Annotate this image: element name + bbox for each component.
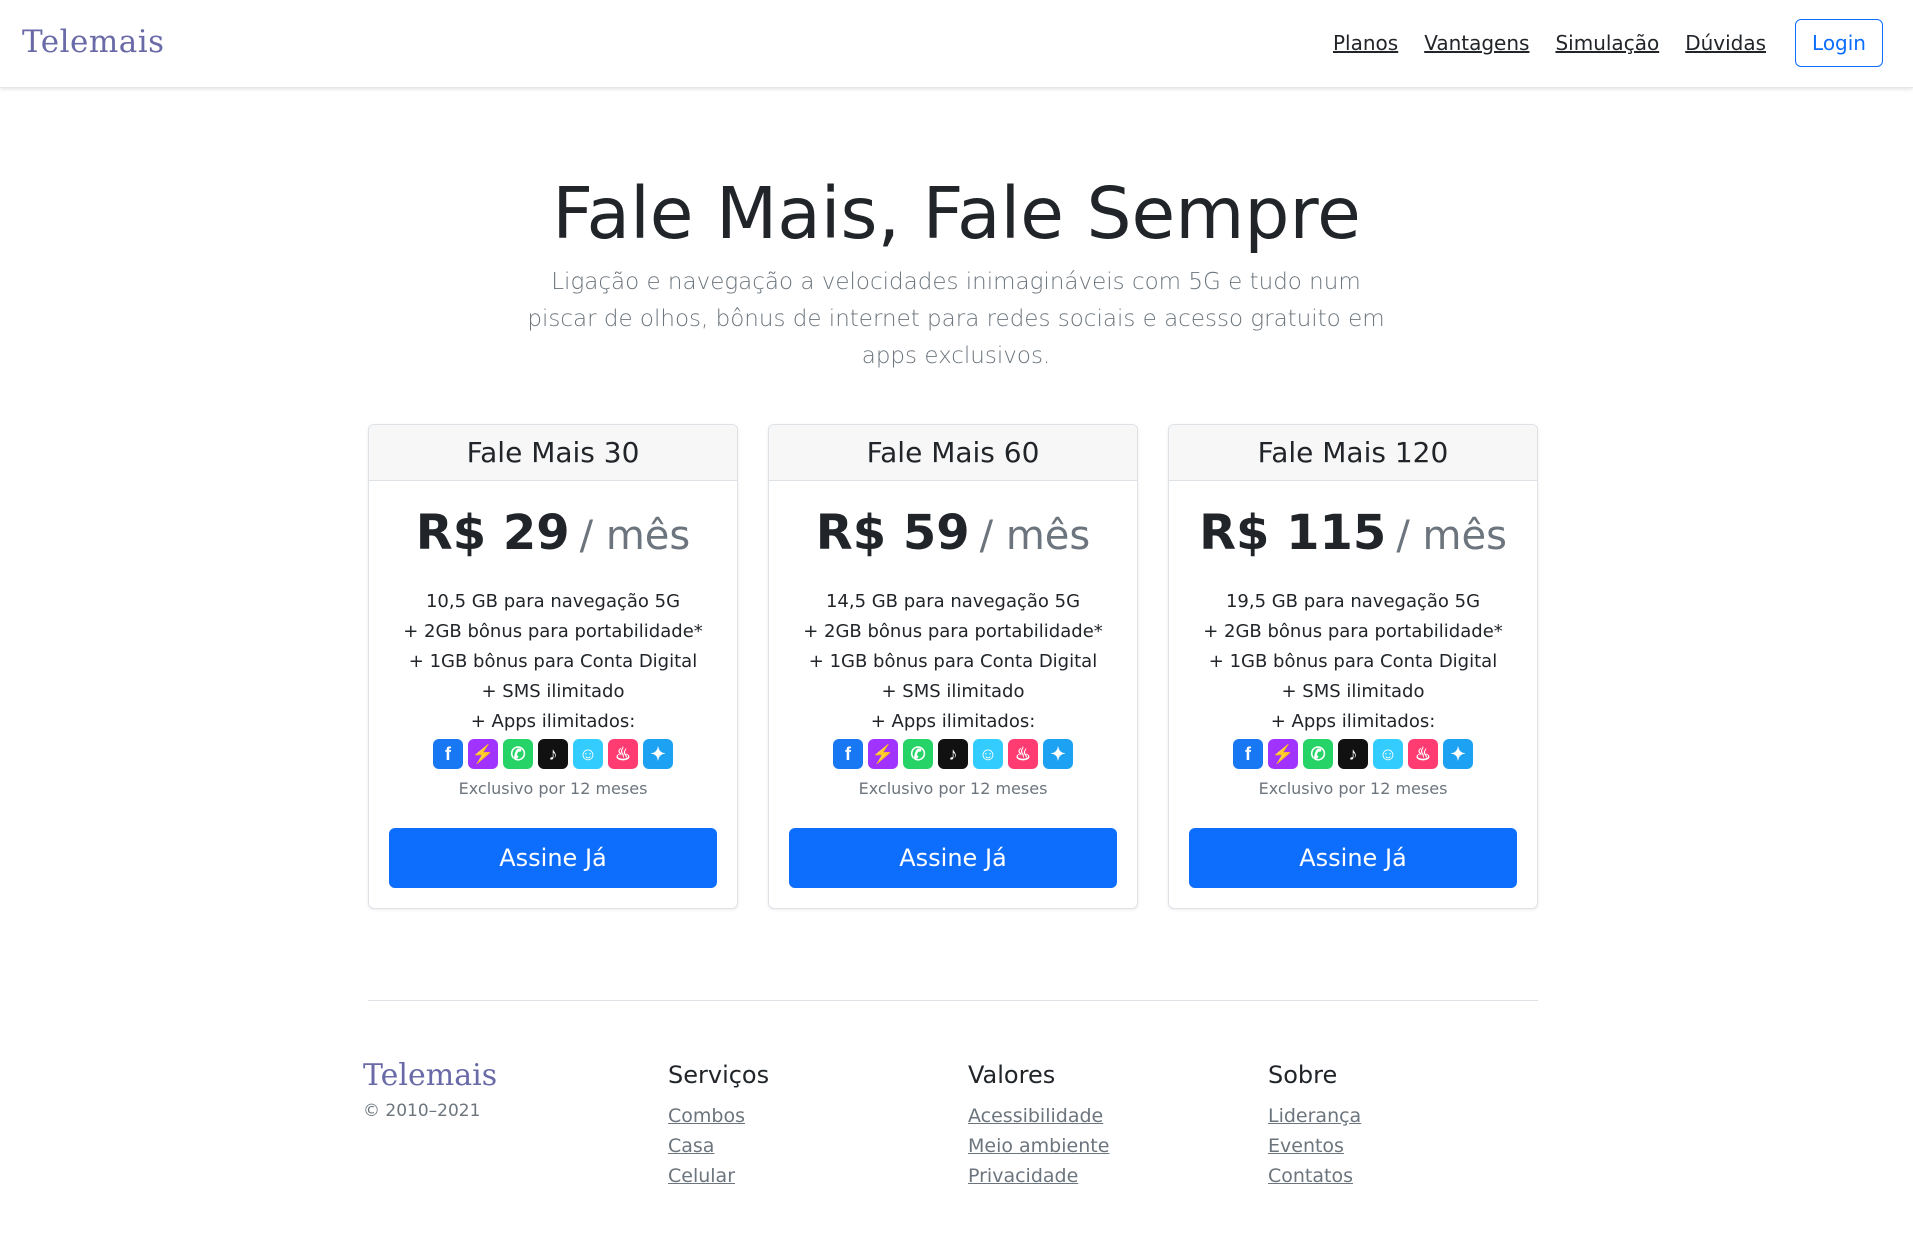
nav-link-planos[interactable]: Planos — [1333, 31, 1398, 55]
pricing-cards: Fale Mais 30 R$ 29/ mês 10,5 GB para nav… — [368, 424, 1538, 909]
login-button[interactable]: Login — [1795, 19, 1883, 67]
feature-item: + 1GB bônus para Conta Digital — [408, 651, 698, 672]
plan-features: 19,5 GB para navegação 5G + 2GB bônus pa… — [1169, 587, 1537, 737]
tinder-icon: ♨ — [1008, 739, 1038, 769]
whatsapp-icon: ✆ — [503, 739, 533, 769]
tiktok-icon: ♪ — [938, 739, 968, 769]
waze-icon: ☺ — [573, 739, 603, 769]
plan-name: Fale Mais 60 — [769, 425, 1137, 481]
twitter-icon: ✦ — [643, 739, 673, 769]
feature-item: 14,5 GB para navegação 5G — [825, 591, 1081, 612]
footer-link-combos[interactable]: Combos — [668, 1101, 769, 1131]
tinder-icon: ♨ — [608, 739, 638, 769]
subscribe-button[interactable]: Assine Já — [789, 828, 1117, 888]
price-period: / mês — [979, 513, 1091, 559]
plan-name: Fale Mais 120 — [1169, 425, 1537, 481]
messenger-icon: ⚡ — [868, 739, 898, 769]
hero-subtitle: Ligação e navegação a velocidades inimag… — [527, 269, 1385, 369]
feature-item: + 1GB bônus para Conta Digital — [1208, 651, 1498, 672]
footer-link-contatos[interactable]: Contatos — [1268, 1161, 1361, 1191]
plan-card: Fale Mais 30 R$ 29/ mês 10,5 GB para nav… — [368, 424, 738, 909]
price-amount: R$ 29 — [415, 505, 570, 561]
nav-link-duvidas[interactable]: Dúvidas — [1685, 31, 1766, 55]
whatsapp-icon: ✆ — [903, 739, 933, 769]
footer-link-meio-ambiente[interactable]: Meio ambiente — [968, 1131, 1109, 1161]
feature-item: + Apps ilimitados: — [870, 711, 1036, 732]
price-amount: R$ 115 — [1199, 505, 1387, 561]
footer-link-casa[interactable]: Casa — [668, 1131, 769, 1161]
footer-column-title: Valores — [968, 1061, 1056, 1089]
footer-column-title: Serviços — [668, 1061, 770, 1089]
feature-item: + SMS ilimitado — [881, 681, 1025, 702]
twitter-icon: ✦ — [1443, 739, 1473, 769]
brand-logo[interactable]: Telemais — [22, 24, 165, 60]
tiktok-icon: ♪ — [1338, 739, 1368, 769]
plan-price: R$ 115/ mês — [1169, 505, 1537, 565]
subscribe-button[interactable]: Assine Já — [389, 828, 717, 888]
plan-features: 14,5 GB para navegação 5G + 2GB bônus pa… — [769, 587, 1137, 737]
twitter-icon: ✦ — [1043, 739, 1073, 769]
nav-link-simulacao[interactable]: Simulação — [1555, 31, 1659, 55]
main-nav: Planos Vantagens Simulação Dúvidas Login — [1307, 19, 1883, 67]
app-icons-row: f ⚡ ✆ ♪ ☺ ♨ ✦ — [769, 739, 1137, 769]
plan-card: Fale Mais 120 R$ 115/ mês 19,5 GB para n… — [1168, 424, 1538, 909]
footer-link-eventos[interactable]: Eventos — [1268, 1131, 1361, 1161]
plan-note: Exclusivo por 12 meses — [458, 779, 648, 798]
feature-item: + 2GB bônus para portabilidade* — [403, 621, 703, 642]
plan-price: R$ 59/ mês — [769, 505, 1137, 565]
price-period: / mês — [579, 513, 691, 559]
feature-item: + Apps ilimitados: — [470, 711, 636, 732]
footer-column-servicos: Serviços Combos Casa Celular — [668, 1061, 769, 1191]
subscribe-button[interactable]: Assine Já — [1189, 828, 1517, 888]
footer-link-acessibilidade[interactable]: Acessibilidade — [968, 1101, 1109, 1131]
feature-item: + SMS ilimitado — [481, 681, 625, 702]
footer-link-lideranca[interactable]: Liderança — [1268, 1101, 1361, 1131]
facebook-icon: f — [433, 739, 463, 769]
copyright-text: © 2010–2021 — [363, 1101, 481, 1121]
feature-item: + 1GB bônus para Conta Digital — [808, 651, 1098, 672]
price-period: / mês — [1396, 513, 1507, 559]
feature-item: + Apps ilimitados: — [1270, 711, 1436, 732]
plan-note: Exclusivo por 12 meses — [858, 779, 1048, 798]
app-icons-row: f ⚡ ✆ ♪ ☺ ♨ ✦ — [369, 739, 737, 769]
waze-icon: ☺ — [1373, 739, 1403, 769]
footer-link-privacidade[interactable]: Privacidade — [968, 1161, 1109, 1191]
feature-item: + SMS ilimitado — [1281, 681, 1425, 702]
price-amount: R$ 59 — [815, 505, 970, 561]
waze-icon: ☺ — [973, 739, 1003, 769]
footer-link-celular[interactable]: Celular — [668, 1161, 769, 1191]
feature-item: + 2GB bônus para portabilidade* — [1203, 621, 1503, 642]
messenger-icon: ⚡ — [468, 739, 498, 769]
footer-column-title: Sobre — [1268, 1061, 1338, 1089]
facebook-icon: f — [1233, 739, 1263, 769]
plan-note: Exclusivo por 12 meses — [1258, 779, 1448, 798]
feature-item: 19,5 GB para navegação 5G — [1225, 591, 1481, 612]
nav-link-vantagens[interactable]: Vantagens — [1424, 31, 1529, 55]
messenger-icon: ⚡ — [1268, 739, 1298, 769]
plan-card: Fale Mais 60 R$ 59/ mês 14,5 GB para nav… — [768, 424, 1138, 909]
footer-column-valores: Valores Acessibilidade Meio ambiente Pri… — [968, 1061, 1109, 1191]
footer-divider — [368, 1000, 1538, 1001]
plan-price: R$ 29/ mês — [369, 505, 737, 565]
page-title: Fale Mais, Fale Sempre — [552, 172, 1361, 255]
footer-column-sobre: Sobre Liderança Eventos Contatos — [1268, 1061, 1361, 1191]
top-navbar: Telemais Planos Vantagens Simulação Dúvi… — [0, 0, 1913, 88]
footer-brand-logo: Telemais — [363, 1058, 498, 1093]
plan-features: 10,5 GB para navegação 5G + 2GB bônus pa… — [369, 587, 737, 737]
feature-item: + 2GB bônus para portabilidade* — [803, 621, 1103, 642]
whatsapp-icon: ✆ — [1303, 739, 1333, 769]
facebook-icon: f — [833, 739, 863, 769]
tiktok-icon: ♪ — [538, 739, 568, 769]
plan-name: Fale Mais 30 — [369, 425, 737, 481]
feature-item: 10,5 GB para navegação 5G — [425, 591, 681, 612]
tinder-icon: ♨ — [1408, 739, 1438, 769]
app-icons-row: f ⚡ ✆ ♪ ☺ ♨ ✦ — [1169, 739, 1537, 769]
